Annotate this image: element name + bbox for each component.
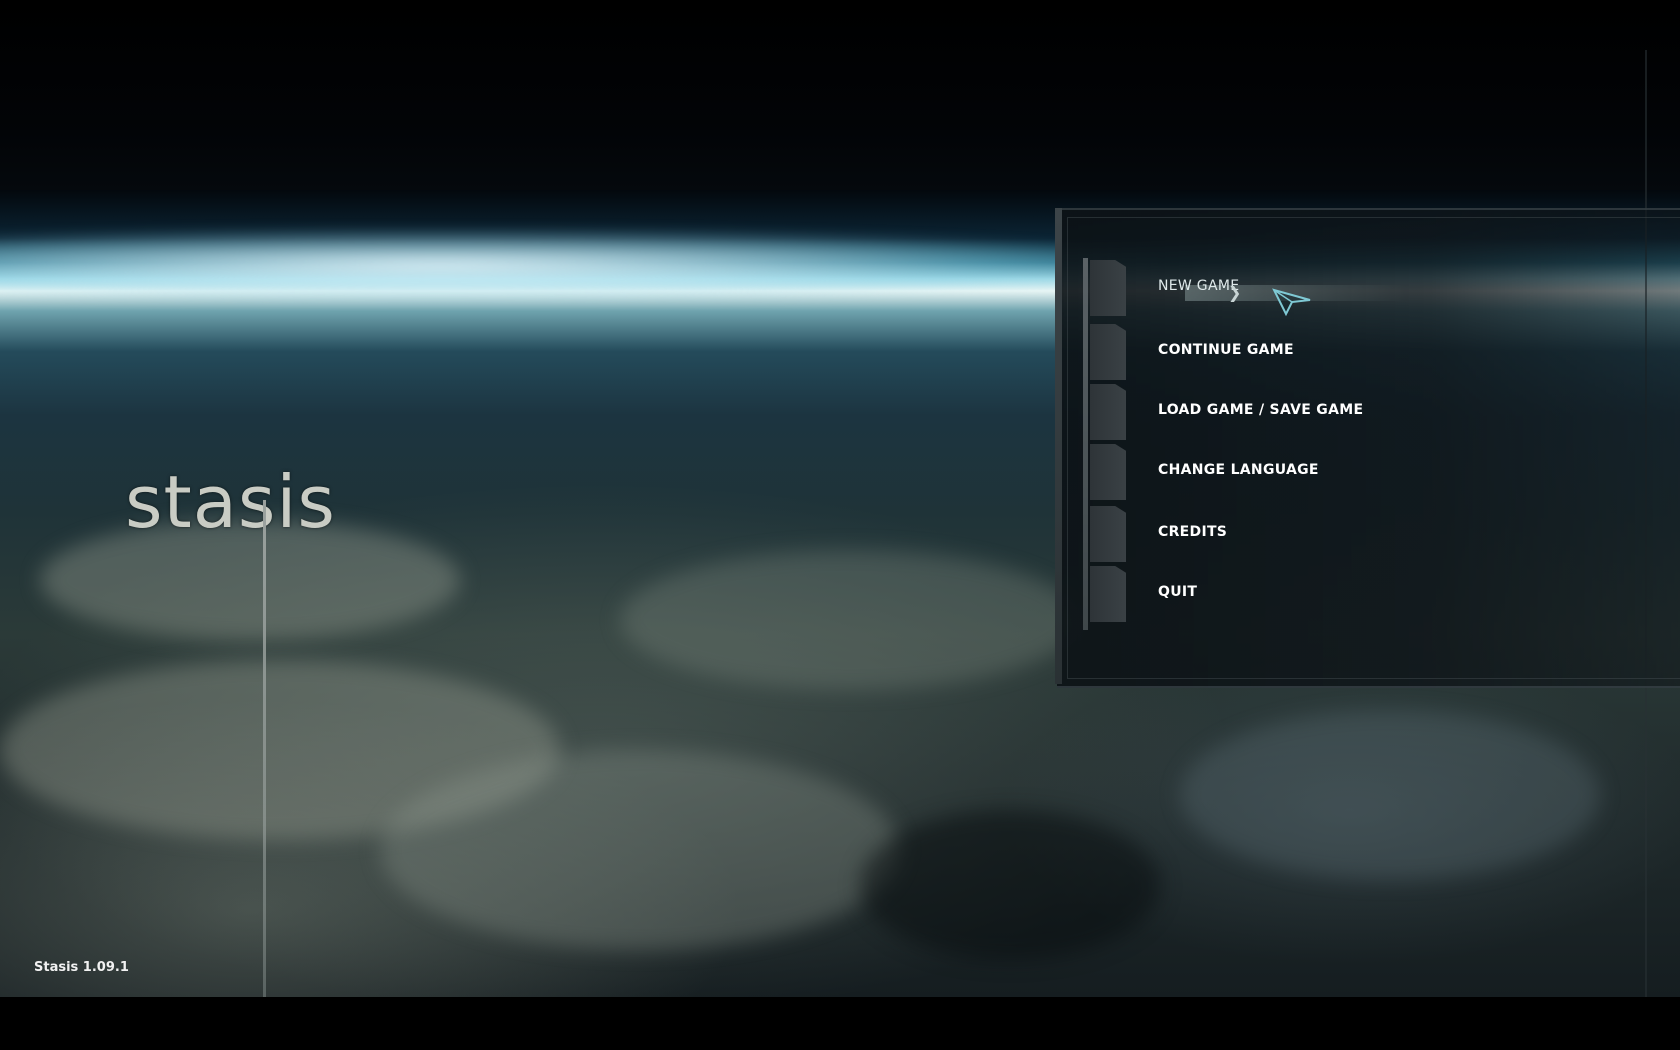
menu-item-label: LOAD GAME / SAVE GAME: [1158, 402, 1364, 418]
atmosphere-glow: [0, 230, 1160, 300]
chevron-right-icon: ❯: [1228, 283, 1242, 302]
menu-tab: [1090, 566, 1126, 622]
menu-tab: [1090, 324, 1126, 380]
menu-continue-game[interactable]: CONTINUE GAME: [1090, 324, 1590, 380]
menu-quit[interactable]: QUIT: [1090, 566, 1590, 622]
game-logo: stasis: [125, 460, 336, 544]
letterbox-top: [0, 0, 1680, 190]
menu-change-language[interactable]: CHANGE LANGUAGE: [1090, 444, 1590, 500]
cursor-icon: [1272, 288, 1311, 317]
menu-tab: [1090, 444, 1126, 500]
menu-item-label: CONTINUE GAME: [1158, 342, 1294, 358]
menu-credits[interactable]: CREDITS: [1090, 506, 1590, 562]
cloud-bank: [380, 750, 900, 950]
menu-rail: [1083, 258, 1088, 630]
menu-item-label: QUIT: [1158, 584, 1198, 600]
main-menu-screen: stasis Stasis 1.09.1 NEW GAME ❯ CONTINUE…: [0, 0, 1680, 1050]
cloud-bank: [1180, 710, 1600, 880]
letterbox-bottom: [0, 997, 1680, 1050]
logo-divider-line: [263, 500, 266, 997]
menu-tab: [1090, 384, 1126, 440]
menu-tab: [1090, 506, 1126, 562]
menu-panel-edge: [1055, 208, 1062, 684]
cloud-shadow: [860, 810, 1160, 960]
version-label: Stasis 1.09.1: [34, 960, 129, 975]
menu-tab: [1090, 260, 1126, 316]
menu-new-game[interactable]: NEW GAME: [1090, 260, 1590, 316]
menu-item-label: CREDITS: [1158, 524, 1228, 540]
cloud-bank: [620, 550, 1080, 690]
menu-load-save-game[interactable]: LOAD GAME / SAVE GAME: [1090, 384, 1590, 440]
menu-item-label: CHANGE LANGUAGE: [1158, 462, 1319, 478]
